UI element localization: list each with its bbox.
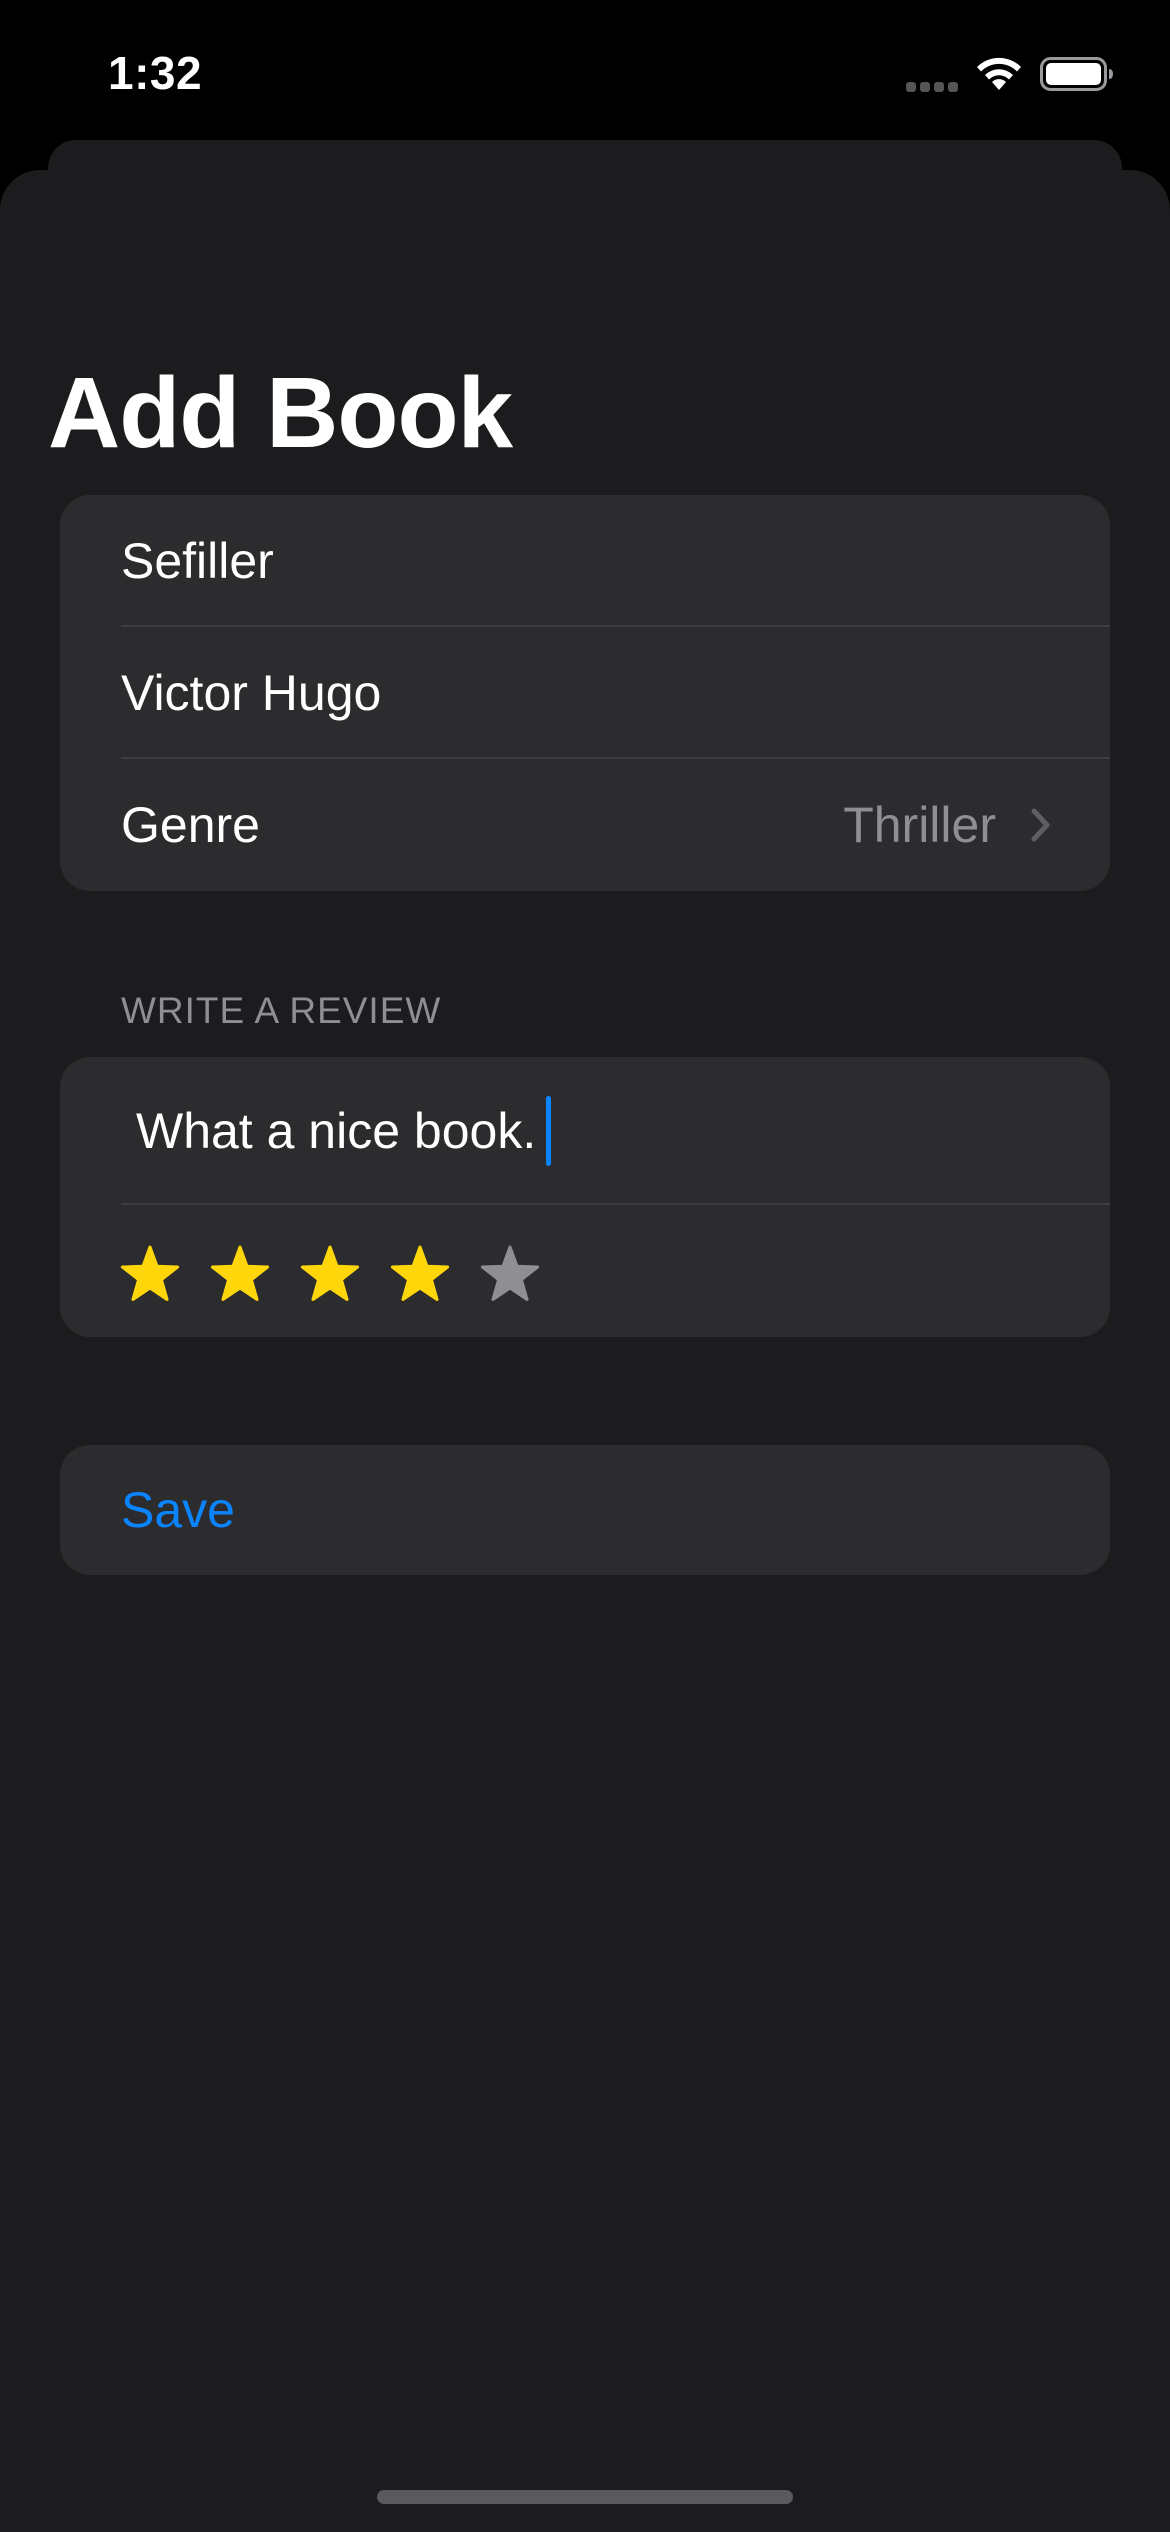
- page-title: Add Book: [48, 357, 513, 469]
- review-section-header: WRITE A REVIEW: [121, 990, 442, 1031]
- star-filled-icon[interactable]: [390, 1245, 450, 1303]
- battery-icon: [1040, 57, 1113, 91]
- author-field[interactable]: Victor Hugo: [60, 627, 1110, 759]
- review-text-editor[interactable]: What a nice book.: [60, 1057, 1110, 1205]
- text-cursor: [546, 1095, 552, 1166]
- genre-label: Genre: [121, 797, 260, 853]
- save-button[interactable]: Save: [60, 1445, 1110, 1575]
- star-empty-icon[interactable]: [480, 1245, 540, 1303]
- status-time: 1:32: [108, 47, 203, 99]
- title-field-value[interactable]: Sefiller: [121, 495, 274, 627]
- review-text-content: What a nice book.: [136, 1103, 537, 1159]
- book-details-group: Sefiller Victor Hugo Genre Thriller: [60, 495, 1110, 891]
- home-indicator: [377, 2490, 793, 2504]
- genre-value: Thriller: [843, 797, 996, 853]
- star-filled-icon[interactable]: [120, 1245, 180, 1303]
- save-group: Save: [60, 1445, 1110, 1575]
- save-button-label: Save: [121, 1482, 235, 1538]
- star-filled-icon[interactable]: [300, 1245, 360, 1303]
- author-field-value[interactable]: Victor Hugo: [121, 627, 381, 759]
- cellular-signal-icon: [906, 82, 960, 92]
- review-group: What a nice book.: [60, 1057, 1110, 1337]
- wifi-icon: [977, 57, 1021, 90]
- genre-picker[interactable]: Genre Thriller: [60, 759, 1110, 891]
- rating-control[interactable]: [60, 1205, 1110, 1337]
- title-field[interactable]: Sefiller: [60, 495, 1110, 627]
- status-bar: 1:32: [0, 0, 1170, 140]
- review-text-value[interactable]: What a nice book.: [136, 1057, 552, 1205]
- chevron-right-icon: [1031, 808, 1050, 842]
- star-filled-icon[interactable]: [210, 1245, 270, 1303]
